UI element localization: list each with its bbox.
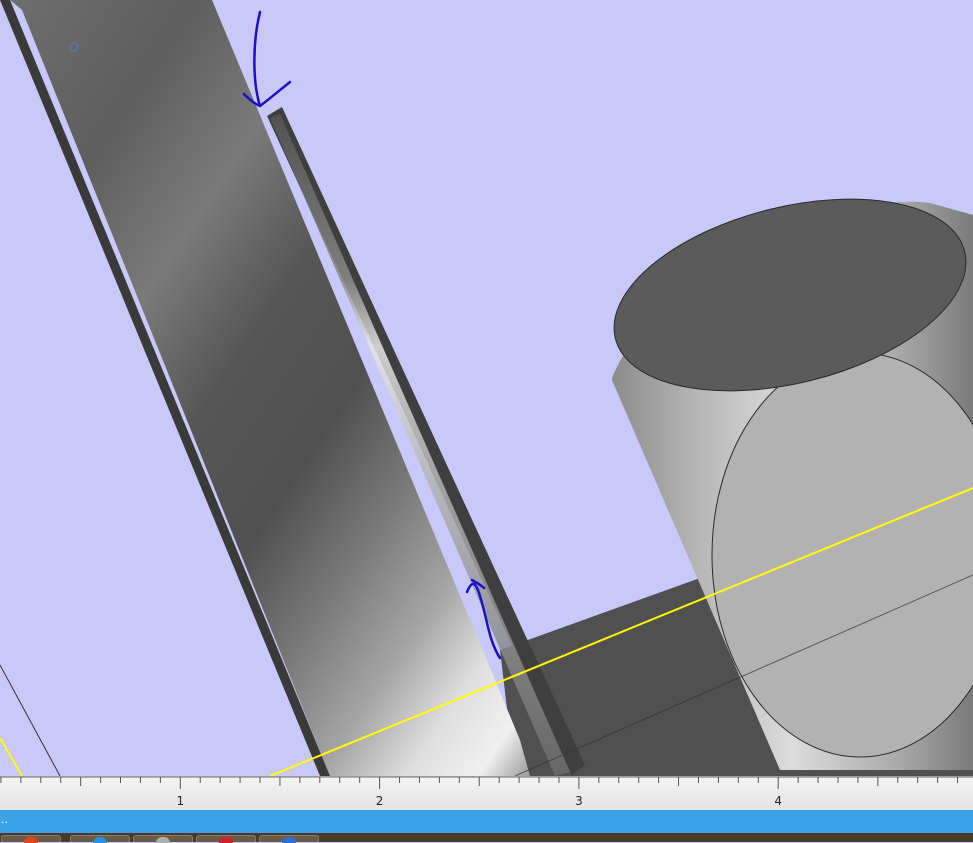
taskbar-button-4[interactable] [196,835,256,843]
app-blue-icon [93,837,107,843]
yellow-axis-left [0,737,23,776]
taskbar [0,833,973,843]
3d-viewport[interactable] [0,0,973,776]
annotation-arrow-top [242,10,292,108]
status-bar: .. [0,810,973,833]
taskbar-button-3[interactable] [133,835,193,843]
status-text: .. [1,813,8,826]
taskbar-button-2[interactable] [70,835,130,843]
taskbar-button-1[interactable] [1,835,61,843]
app-red-icon [219,837,233,843]
taskbar-button-5[interactable] [259,835,319,843]
ruler: 1 2 3 4 [0,776,973,811]
guide-line-left [0,664,61,776]
ruler-label: 2 [376,794,384,808]
app-blue-arrow-icon [282,837,296,843]
app-orange-icon [24,837,38,843]
ruler-label: 4 [774,794,782,808]
ruler-label: 1 [176,794,184,808]
ruler-label: 3 [575,794,583,808]
app-gray-icon [156,837,170,843]
